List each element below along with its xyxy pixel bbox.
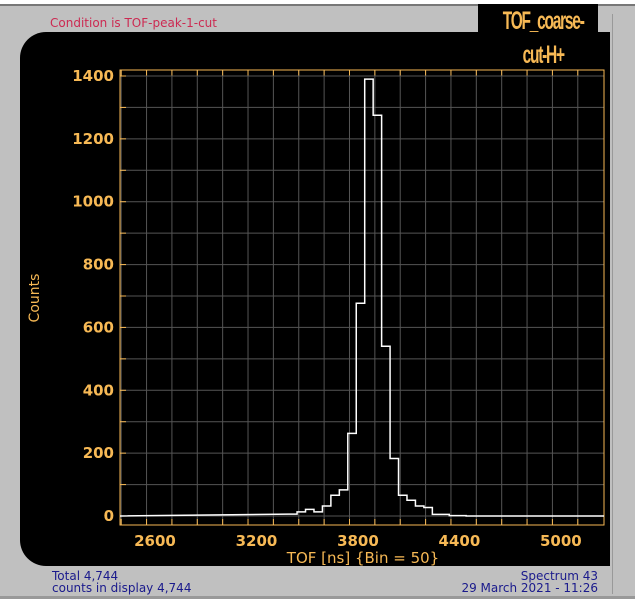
y-tick-label: 1200 — [72, 130, 114, 148]
x-tick-label: 5000 — [540, 532, 582, 550]
histogram-line — [119, 78, 604, 517]
display-counts: counts in display 4,744 — [52, 581, 192, 595]
x-axis-label: TOF [ns] {Bin = 50} — [286, 549, 439, 567]
x-tick-label: 3200 — [236, 532, 278, 550]
y-tick-label: 600 — [83, 318, 114, 336]
x-tick-label: 4400 — [439, 532, 481, 550]
histogram-chart[interactable]: 2600 3200 3800 4400 5000 0 200 400 600 800 1000 120… — [0, 0, 635, 613]
y-tick-label: 200 — [83, 444, 114, 462]
y-tick-label: 800 — [83, 256, 114, 274]
y-tick-label: 1400 — [72, 67, 114, 85]
y-axis-label: Counts — [27, 274, 43, 323]
y-tick-label: 400 — [83, 381, 114, 399]
x-tick-label: 3800 — [337, 532, 379, 550]
timestamp: 29 March 2021 - 11:26 — [461, 581, 598, 595]
y-tick-label: 0 — [104, 507, 114, 525]
plot-frame — [119, 69, 605, 526]
y-tick-label: 1000 — [72, 193, 114, 211]
x-tick-label: 2600 — [134, 532, 176, 550]
